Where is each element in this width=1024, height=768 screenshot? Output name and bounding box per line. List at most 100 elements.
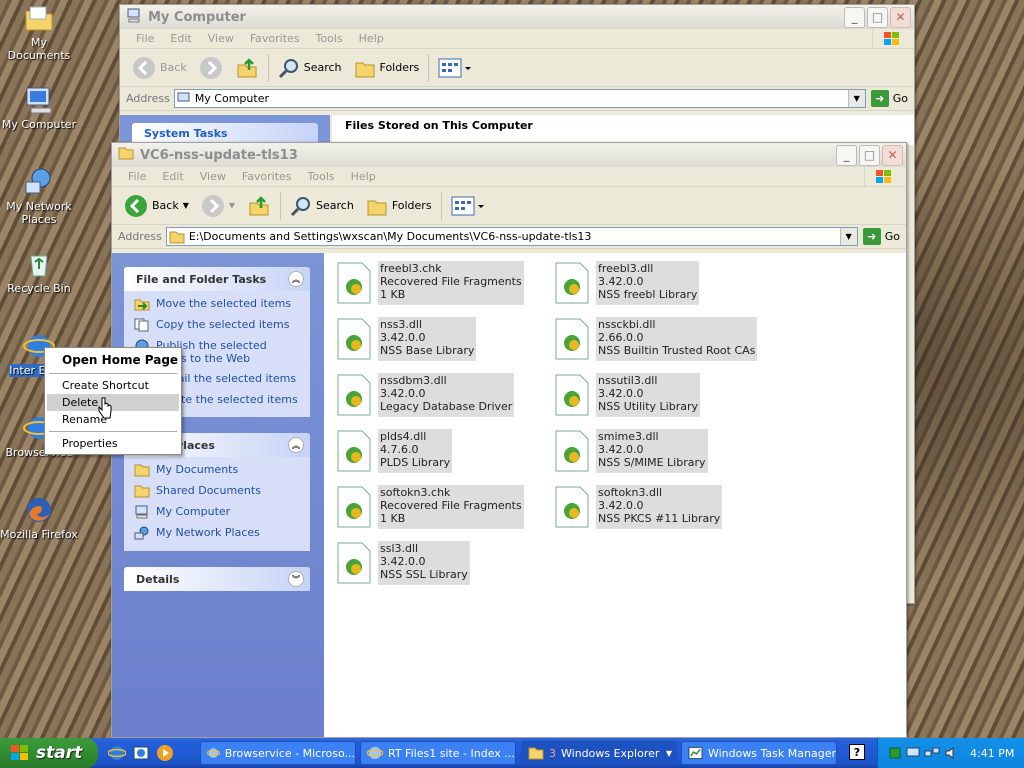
file-type: Recovered File Fragments	[380, 275, 522, 288]
monitor-icon[interactable]	[906, 746, 920, 760]
task-copy[interactable]: Copy the selected items	[134, 318, 300, 332]
menu-favorites[interactable]: Favorites	[234, 170, 300, 183]
close-button[interactable]: ✕	[882, 144, 903, 166]
menu-file[interactable]: File	[128, 32, 162, 45]
search-icon	[278, 58, 298, 78]
outlook-icon[interactable]	[132, 744, 150, 762]
desktop-icon-my-documents[interactable]: My Documents	[0, 2, 78, 62]
search-button[interactable]: Search	[284, 191, 360, 221]
menu-create-shortcut[interactable]: Create Shortcut	[47, 377, 179, 394]
maximize-button[interactable]: □	[859, 144, 880, 166]
menu-edit[interactable]: Edit	[154, 170, 191, 183]
close-button[interactable]: ✕	[890, 6, 911, 28]
views-button[interactable]	[432, 53, 478, 83]
folders-button[interactable]: Folders	[348, 53, 426, 83]
file-item[interactable]: softokn3.chk Recovered File Fragments 1 KB	[336, 485, 524, 529]
file-item[interactable]: softokn3.dll 3.42.0.0 NSS PKCS #11 Library	[554, 485, 723, 529]
menu-delete[interactable]: Delete	[47, 394, 179, 411]
go-button[interactable]: ➜ Go	[866, 90, 914, 107]
place-my-documents[interactable]: My Documents	[134, 463, 300, 477]
address-dropdown-button[interactable]: ▼	[839, 228, 857, 245]
help-button[interactable]: ?	[849, 744, 865, 760]
menu-properties[interactable]: Properties	[47, 435, 179, 452]
forward-arrow-icon	[201, 194, 224, 217]
media-player-icon[interactable]	[156, 744, 174, 762]
search-button[interactable]: Search	[272, 53, 348, 83]
back-button[interactable]: Back ▼	[118, 191, 195, 221]
collapse-chevron-icon[interactable]: ︽	[288, 271, 304, 287]
desktop-icon-my-computer[interactable]: My Computer	[0, 84, 78, 131]
back-button[interactable]: Back	[126, 53, 193, 83]
minimize-button[interactable]: _	[844, 6, 865, 28]
address-field[interactable]: My Computer ▼	[173, 89, 866, 108]
collapse-chevron-icon[interactable]: ︽	[288, 437, 304, 453]
ie-icon[interactable]	[108, 744, 126, 762]
task-pane: File and Folder Tasks ︽ Move the selecte…	[112, 253, 324, 737]
desktop-icon-recycle-bin[interactable]: Recycle Bin	[0, 248, 78, 295]
menu-tools[interactable]: Tools	[300, 170, 343, 183]
go-arrow-icon: ➜	[870, 90, 889, 107]
menu-open-home-page[interactable]: Open Home Page	[47, 350, 179, 370]
file-item[interactable]: plds4.dll 4.7.6.0 PLDS Library	[336, 429, 453, 473]
file-item[interactable]: freebl3.chk Recovered File Fragments 1 KB	[336, 261, 524, 305]
file-item[interactable]: nss3.dll 3.42.0.0 NSS Base Library	[336, 317, 477, 361]
forward-button[interactable]: ▼	[195, 191, 241, 221]
taskbar-task[interactable]: Browservice - Microso...	[200, 741, 356, 765]
title-bar[interactable]: My Computer _ □ ✕	[120, 5, 914, 29]
menu-favorites[interactable]: Favorites	[242, 32, 308, 45]
details-header[interactable]: Details ︾	[124, 567, 310, 591]
taskbar-task[interactable]: Windows Task Manager	[681, 741, 837, 765]
address-field[interactable]: E:\Documents and Settings\wxscan\My Docu…	[165, 227, 858, 246]
desktop-icon-network[interactable]: My Network Places	[0, 166, 78, 226]
file-item[interactable]: freebl3.dll 3.42.0.0 NSS freebl Library	[554, 261, 700, 305]
file-item[interactable]: nssdbm3.dll 3.42.0.0 Legacy Database Drive…	[336, 373, 515, 417]
menu-view[interactable]: View	[200, 32, 242, 45]
forward-button[interactable]	[193, 53, 229, 83]
green-status-icon[interactable]	[888, 746, 902, 760]
file-item[interactable]: ssl3.dll 3.42.0.0 NSS SSL Library	[336, 541, 470, 585]
taskbar-task-group[interactable]: 3 Windows Explorer ▼	[521, 741, 677, 765]
menu-rename[interactable]: Rename	[47, 411, 179, 428]
place-my-computer[interactable]: My Computer	[134, 505, 300, 519]
maximize-button[interactable]: □	[867, 6, 888, 28]
window-vc6-nss-update-tls13[interactable]: VC6-nss-update-tls13 _ □ ✕ File Edit Vie…	[111, 142, 907, 738]
folder-icon	[169, 231, 185, 243]
menu-help[interactable]: Help	[351, 32, 392, 45]
volume-icon[interactable]	[944, 746, 958, 760]
title-bar[interactable]: VC6-nss-update-tls13 _ □ ✕	[112, 143, 906, 167]
menu-tools[interactable]: Tools	[308, 32, 351, 45]
file-item[interactable]: nssckbi.dll 2.66.0.0 NSS Builtin Trusted R…	[554, 317, 758, 361]
dll-file-icon	[555, 262, 589, 304]
desktop-icon-label: My Documents	[7, 36, 71, 62]
back-dropdown-icon[interactable]: ▼	[183, 201, 189, 210]
expand-chevron-icon[interactable]: ︾	[288, 571, 304, 587]
network-connection-icon[interactable]	[924, 746, 940, 760]
file-list: freebl3.chk Recovered File Fragments 1 KB …	[324, 253, 906, 737]
menu-view[interactable]: View	[192, 170, 234, 183]
menu-edit[interactable]: Edit	[162, 32, 199, 45]
computer-icon	[126, 7, 142, 27]
go-button[interactable]: ➜ Go	[858, 228, 906, 245]
file-item[interactable]: smime3.dll 3.42.0.0 NSS S/MIME Library	[554, 429, 708, 473]
window-title: My Computer	[148, 9, 246, 25]
windows-flag-icon	[11, 745, 28, 760]
menu-help[interactable]: Help	[343, 170, 384, 183]
desktop-icon-firefox[interactable]: Mozilla Firefox	[0, 494, 78, 541]
up-folder-button[interactable]	[229, 53, 265, 83]
dll-file-icon	[337, 486, 371, 528]
file-folder-tasks-header[interactable]: File and Folder Tasks ︽	[124, 267, 310, 291]
place-my-network-places[interactable]: My Network Places	[134, 526, 300, 540]
menu-file[interactable]: File	[120, 170, 154, 183]
up-folder-button[interactable]	[241, 191, 277, 221]
address-dropdown-button[interactable]: ▼	[847, 90, 865, 107]
taskbar-task[interactable]: RT Files1 site - Index ...	[360, 741, 516, 765]
task-move[interactable]: Move the selected items	[134, 297, 300, 311]
place-shared-documents[interactable]: Shared Documents	[134, 484, 300, 498]
minimize-button[interactable]: _	[836, 144, 857, 166]
views-button[interactable]	[445, 191, 491, 221]
file-name: nss3.dll	[380, 318, 423, 331]
start-button[interactable]: start	[0, 738, 98, 768]
clock[interactable]: 4:41 PM	[970, 747, 1014, 760]
file-item[interactable]: nssutil3.dll 3.42.0.0 NSS Utility Library	[554, 373, 701, 417]
folders-button[interactable]: Folders	[360, 191, 438, 221]
